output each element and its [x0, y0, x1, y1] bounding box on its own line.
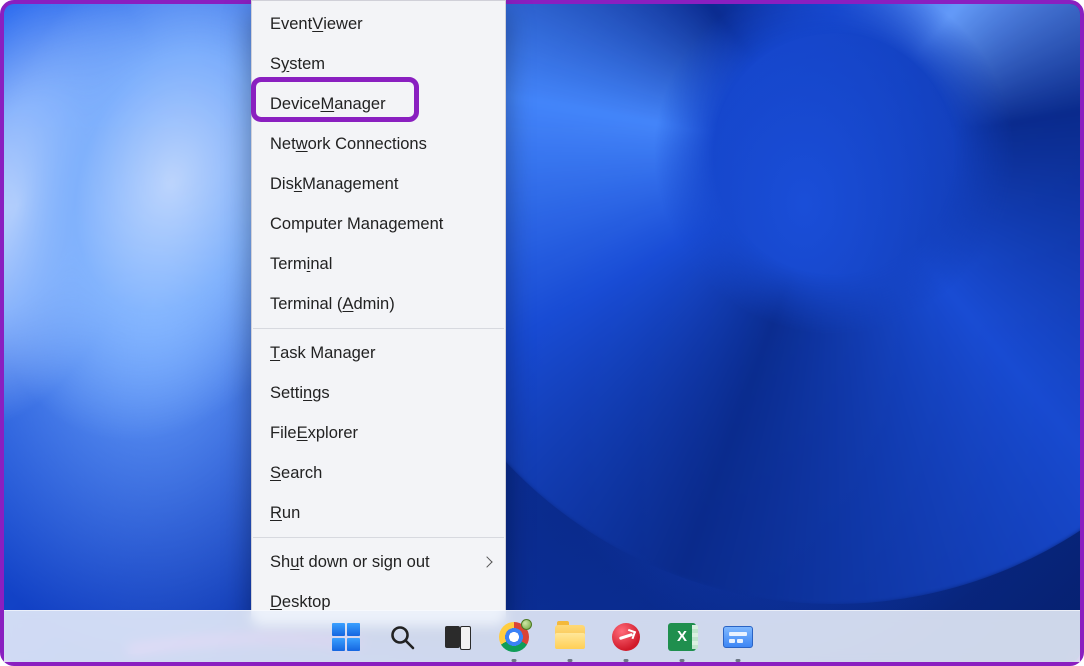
text: un: [282, 504, 300, 523]
text: Dis: [270, 175, 294, 194]
excel-icon: X: [668, 623, 696, 651]
mnemonic: R: [270, 504, 282, 523]
text: dmin): [353, 295, 394, 314]
wallpaper-bloom: [4, 4, 1080, 662]
mnemonic: n: [303, 384, 312, 403]
text: ask Manager: [280, 344, 375, 363]
mnemonic: V: [312, 15, 323, 34]
text: Setti: [270, 384, 303, 403]
shutdown-signout-item[interactable]: Shut down or sign out: [252, 542, 505, 582]
text: Management: [302, 175, 398, 194]
mnemonic: M: [320, 95, 334, 114]
text: Sh: [270, 553, 290, 572]
menu-separator: [253, 328, 504, 329]
mnemonic: g: [388, 215, 397, 234]
taskbar: X: [4, 610, 1080, 662]
mnemonic: S: [270, 464, 281, 483]
event-viewer-item[interactable]: Event Viewer: [252, 4, 505, 44]
desktop: Event Viewer System Device Manager Netwo…: [0, 0, 1084, 666]
text: Term: [270, 255, 307, 274]
device-manager-item[interactable]: Device Manager: [252, 84, 505, 124]
text: File: [270, 424, 297, 443]
text: xplorer: [308, 424, 358, 443]
search-icon: [389, 624, 415, 650]
mnemonic: w: [296, 135, 308, 154]
settings-item[interactable]: Settings: [252, 373, 505, 413]
text: nal: [310, 255, 332, 274]
windows-logo-icon: [332, 623, 360, 651]
mnemonic: u: [290, 553, 299, 572]
text: gs: [312, 384, 329, 403]
text: stem: [289, 55, 325, 74]
profile-badge-icon: [521, 619, 532, 630]
run-dialog-button[interactable]: [721, 620, 755, 654]
text: anager: [334, 95, 385, 114]
text: S: [270, 55, 281, 74]
folder-icon: [555, 625, 585, 649]
text: esktop: [282, 593, 331, 612]
mnemonic: y: [281, 55, 289, 74]
start-button[interactable]: [329, 620, 363, 654]
menu-separator: [253, 537, 504, 538]
red-circle-app-icon: [612, 623, 640, 651]
file-explorer-item[interactable]: File Explorer: [252, 413, 505, 453]
mnemonic: A: [342, 295, 353, 314]
text: Net: [270, 135, 296, 154]
network-connections-item[interactable]: Network Connections: [252, 124, 505, 164]
text: earch: [281, 464, 322, 483]
taskview-button[interactable]: [441, 620, 475, 654]
excel-button[interactable]: X: [665, 620, 699, 654]
winx-power-menu: Event Viewer System Device Manager Netwo…: [251, 0, 506, 626]
text: ork Connections: [308, 135, 427, 154]
system-item[interactable]: System: [252, 44, 505, 84]
app-todoist-button[interactable]: [609, 620, 643, 654]
computer-management-item[interactable]: Computer Management: [252, 204, 505, 244]
mnemonic: D: [270, 593, 282, 612]
explorer-button[interactable]: [553, 620, 587, 654]
taskview-icon: [445, 626, 471, 648]
task-manager-item[interactable]: Task Manager: [252, 333, 505, 373]
run-item[interactable]: Run: [252, 493, 505, 533]
text: Computer Mana: [270, 215, 388, 234]
search-button[interactable]: [385, 620, 419, 654]
terminal-item[interactable]: Terminal: [252, 244, 505, 284]
run-dialog-icon: [723, 626, 753, 648]
text: t down or sign out: [299, 553, 429, 572]
chrome-icon: [499, 622, 529, 652]
disk-management-item[interactable]: Disk Management: [252, 164, 505, 204]
search-item[interactable]: Search: [252, 453, 505, 493]
terminal-admin-item[interactable]: Terminal (Admin): [252, 284, 505, 324]
mnemonic: E: [297, 424, 308, 443]
text: Terminal (: [270, 295, 342, 314]
text: iewer: [323, 15, 362, 34]
mnemonic: T: [270, 344, 280, 363]
text: ement: [398, 215, 444, 234]
text: Device: [270, 95, 320, 114]
chrome-button[interactable]: [497, 620, 531, 654]
mnemonic: k: [294, 175, 302, 194]
text: Event: [270, 15, 312, 34]
